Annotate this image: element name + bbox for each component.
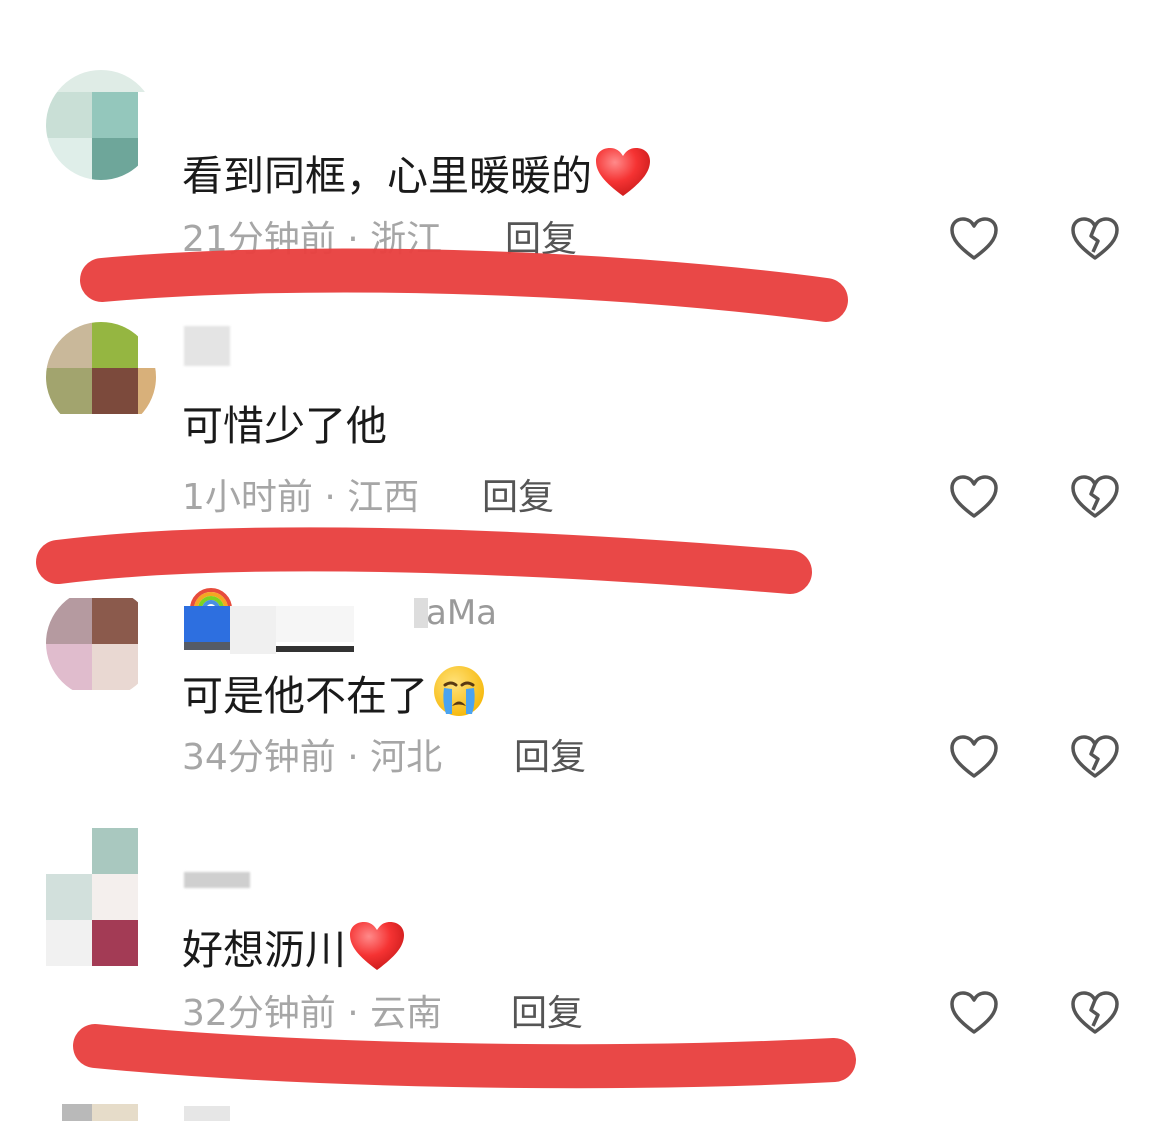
broken-heart-icon[interactable]: [1070, 216, 1120, 262]
comment-item-2: 可惜少了他 1小时前 · 江西 回复: [0, 322, 1170, 552]
broken-heart-icon[interactable]: [1070, 990, 1120, 1036]
heart-outline-icon[interactable]: [949, 474, 999, 520]
comment-meta: 1小时前 · 江西: [182, 480, 419, 516]
comment-meta: 21分钟前 · 浙江: [182, 222, 442, 258]
reply-button[interactable]: 回复: [505, 222, 577, 258]
comment-text: 好想沥川: [182, 920, 406, 979]
location: 浙江: [370, 219, 443, 260]
comment-item-4: 好想沥川 32分钟前 · 云南 回复: [0, 828, 1170, 1068]
reply-button[interactable]: 回复: [482, 480, 554, 516]
timestamp: 1小时前: [182, 477, 313, 518]
heart-outline-icon[interactable]: [949, 734, 999, 780]
comment-text: 看到同框，心里暖暖的: [182, 146, 652, 205]
username-redacted[interactable]: [184, 326, 230, 366]
comment-meta: 32分钟前 · 云南: [182, 996, 442, 1032]
comment-text: 可惜少了他: [182, 402, 387, 450]
separator: ·: [324, 477, 336, 518]
timestamp: 21分钟前: [182, 219, 336, 260]
red-heart-icon: [348, 920, 406, 979]
separator: ·: [347, 993, 359, 1034]
broken-heart-icon[interactable]: [1070, 734, 1120, 780]
separator: ·: [347, 737, 359, 778]
crying-face-icon: [430, 664, 488, 725]
reply-button[interactable]: 回复: [514, 740, 586, 776]
comment-item-1: 看到同框，心里暖暖的 21分钟前 · 浙江 回复: [0, 70, 1170, 300]
next-comment-avatar-fragment: [62, 1104, 138, 1121]
red-underline-2: [36, 527, 812, 594]
avatar[interactable]: [46, 322, 156, 432]
comment-meta: 34分钟前 · 河北: [182, 740, 442, 776]
timestamp: 34分钟前: [182, 737, 336, 778]
avatar[interactable]: [46, 70, 156, 180]
comment-text: 可是他不在了: [182, 664, 488, 725]
comment-item-3: aMa 可是他不在了 34分钟前 · 河北 回复: [0, 588, 1170, 818]
cutoff-icons: [940, 0, 1140, 4]
username-redacted[interactable]: [184, 606, 354, 654]
reply-button[interactable]: 回复: [511, 996, 583, 1032]
separator: ·: [347, 219, 359, 260]
avatar[interactable]: [46, 588, 156, 698]
username-redacted[interactable]: [184, 872, 250, 888]
location: 河北: [370, 737, 443, 778]
location: 云南: [370, 993, 443, 1034]
heart-outline-icon[interactable]: [949, 990, 999, 1036]
location: 江西: [347, 477, 420, 518]
broken-heart-icon[interactable]: [1070, 474, 1120, 520]
avatar[interactable]: [46, 828, 156, 968]
red-heart-icon: [594, 146, 652, 205]
heart-outline-icon[interactable]: [949, 216, 999, 262]
next-comment-username-fragment: [184, 1106, 230, 1121]
username-fragment[interactable]: aMa: [426, 596, 497, 630]
timestamp: 32分钟前: [182, 993, 336, 1034]
